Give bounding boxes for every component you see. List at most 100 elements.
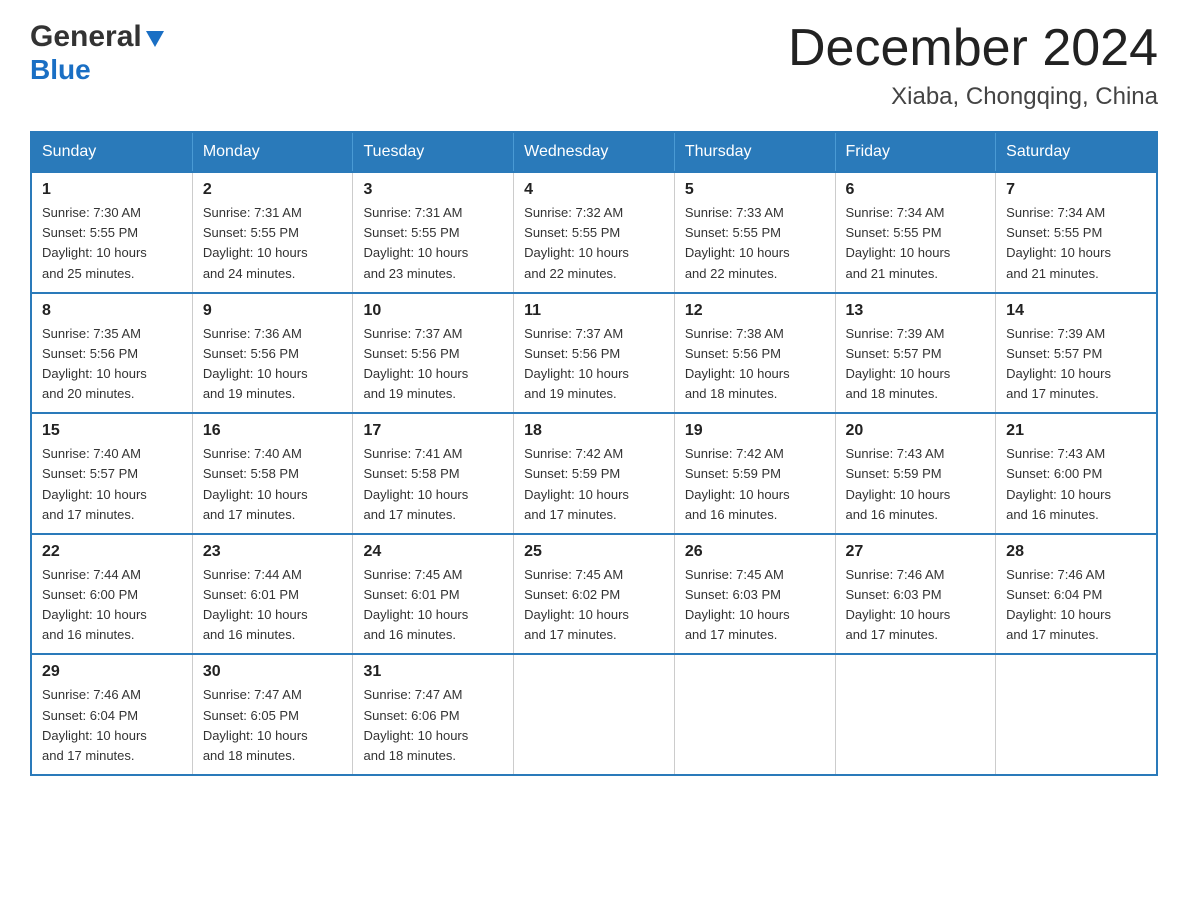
calendar-cell: 31 Sunrise: 7:47 AM Sunset: 6:06 PM Dayli… [353,654,514,775]
logo-blue-text: Blue [30,54,91,86]
calendar-cell: 12 Sunrise: 7:38 AM Sunset: 5:56 PM Dayli… [674,293,835,414]
day-info: Sunrise: 7:47 AM Sunset: 6:05 PM Dayligh… [203,685,343,766]
day-number: 19 [685,422,825,440]
day-number: 6 [846,181,986,199]
day-info: Sunrise: 7:42 AM Sunset: 5:59 PM Dayligh… [524,444,664,525]
header-saturday: Saturday [996,132,1157,172]
day-number: 9 [203,302,343,320]
calendar-cell [674,654,835,775]
day-number: 15 [42,422,182,440]
day-number: 18 [524,422,664,440]
day-number: 14 [1006,302,1146,320]
day-number: 23 [203,543,343,561]
page-title: December 2024 [788,20,1158,77]
day-number: 11 [524,302,664,320]
day-info: Sunrise: 7:47 AM Sunset: 6:06 PM Dayligh… [363,685,503,766]
calendar-cell: 24 Sunrise: 7:45 AM Sunset: 6:01 PM Dayli… [353,534,514,655]
calendar-cell: 20 Sunrise: 7:43 AM Sunset: 5:59 PM Dayli… [835,413,996,534]
day-number: 25 [524,543,664,561]
day-number: 31 [363,663,503,681]
day-info: Sunrise: 7:33 AM Sunset: 5:55 PM Dayligh… [685,203,825,284]
day-number: 22 [42,543,182,561]
header-tuesday: Tuesday [353,132,514,172]
day-info: Sunrise: 7:34 AM Sunset: 5:55 PM Dayligh… [1006,203,1146,284]
calendar-cell: 16Sunrise: 7:40 AM Sunset: 5:58 PM Dayli… [192,413,353,534]
day-info: Sunrise: 7:42 AM Sunset: 5:59 PM Dayligh… [685,444,825,525]
day-info: Sunrise: 7:37 AM Sunset: 5:56 PM Dayligh… [524,324,664,405]
calendar-cell: 26 Sunrise: 7:45 AM Sunset: 6:03 PM Dayli… [674,534,835,655]
calendar-cell: 17 Sunrise: 7:41 AM Sunset: 5:58 PM Dayli… [353,413,514,534]
day-number: 3 [363,181,503,199]
day-info: Sunrise: 7:36 AM Sunset: 5:56 PM Dayligh… [203,324,343,405]
calendar-cell: 9 Sunrise: 7:36 AM Sunset: 5:56 PM Daylig… [192,293,353,414]
calendar-cell: 6 Sunrise: 7:34 AM Sunset: 5:55 PM Daylig… [835,172,996,293]
day-info: Sunrise: 7:41 AM Sunset: 5:58 PM Dayligh… [363,444,503,525]
calendar-cell: 22 Sunrise: 7:44 AM Sunset: 6:00 PM Dayli… [31,534,192,655]
day-number: 30 [203,663,343,681]
logo-triangle-icon [144,27,166,49]
day-info: Sunrise: 7:38 AM Sunset: 5:56 PM Dayligh… [685,324,825,405]
day-number: 21 [1006,422,1146,440]
day-info: Sunrise: 7:35 AM Sunset: 5:56 PM Dayligh… [42,324,182,405]
day-number: 2 [203,181,343,199]
calendar-cell: 30 Sunrise: 7:47 AM Sunset: 6:05 PM Dayli… [192,654,353,775]
calendar-cell: 27Sunrise: 7:46 AM Sunset: 6:03 PM Dayli… [835,534,996,655]
day-number: 7 [1006,181,1146,199]
day-number: 12 [685,302,825,320]
calendar-cell: 18 Sunrise: 7:42 AM Sunset: 5:59 PM Dayli… [514,413,675,534]
day-info: Sunrise: 7:31 AM Sunset: 5:55 PM Dayligh… [203,203,343,284]
day-info: Sunrise: 7:44 AM Sunset: 6:00 PM Dayligh… [42,565,182,646]
day-number: 1 [42,181,182,199]
day-number: 10 [363,302,503,320]
calendar-table: Sunday Monday Tuesday Wednesday Thursday… [30,131,1158,776]
day-info: Sunrise: 7:46 AM Sunset: 6:04 PM Dayligh… [1006,565,1146,646]
header-thursday: Thursday [674,132,835,172]
day-info: Sunrise: 7:32 AM Sunset: 5:55 PM Dayligh… [524,203,664,284]
calendar-cell: 25 Sunrise: 7:45 AM Sunset: 6:02 PM Dayli… [514,534,675,655]
calendar-cell: 11 Sunrise: 7:37 AM Sunset: 5:56 PM Dayli… [514,293,675,414]
header-monday: Monday [192,132,353,172]
calendar-cell: 8 Sunrise: 7:35 AM Sunset: 5:56 PM Daylig… [31,293,192,414]
calendar-cell: 1 Sunrise: 7:30 AM Sunset: 5:55 PM Daylig… [31,172,192,293]
calendar-cell: 5 Sunrise: 7:33 AM Sunset: 5:55 PM Daylig… [674,172,835,293]
day-number: 4 [524,181,664,199]
day-info: Sunrise: 7:45 AM Sunset: 6:02 PM Dayligh… [524,565,664,646]
day-number: 24 [363,543,503,561]
day-info: Sunrise: 7:45 AM Sunset: 6:03 PM Dayligh… [685,565,825,646]
calendar-cell: 29 Sunrise: 7:46 AM Sunset: 6:04 PM Dayli… [31,654,192,775]
day-info: Sunrise: 7:43 AM Sunset: 5:59 PM Dayligh… [846,444,986,525]
day-number: 17 [363,422,503,440]
calendar-cell [996,654,1157,775]
header-wednesday: Wednesday [514,132,675,172]
day-number: 20 [846,422,986,440]
day-number: 16 [203,422,343,440]
calendar-cell [514,654,675,775]
calendar-cell: 13Sunrise: 7:39 AM Sunset: 5:57 PM Dayli… [835,293,996,414]
day-info: Sunrise: 7:46 AM Sunset: 6:04 PM Dayligh… [42,685,182,766]
day-number: 5 [685,181,825,199]
day-info: Sunrise: 7:45 AM Sunset: 6:01 PM Dayligh… [363,565,503,646]
header-friday: Friday [835,132,996,172]
weekday-header-row: Sunday Monday Tuesday Wednesday Thursday… [31,132,1157,172]
page-subtitle: Xiaba, Chongqing, China [788,83,1158,111]
calendar-cell: 21Sunrise: 7:43 AM Sunset: 6:00 PM Dayli… [996,413,1157,534]
day-number: 8 [42,302,182,320]
day-number: 27 [846,543,986,561]
day-info: Sunrise: 7:37 AM Sunset: 5:56 PM Dayligh… [363,324,503,405]
calendar-cell: 28 Sunrise: 7:46 AM Sunset: 6:04 PM Dayli… [996,534,1157,655]
day-number: 26 [685,543,825,561]
calendar-cell: 14Sunrise: 7:39 AM Sunset: 5:57 PM Dayli… [996,293,1157,414]
calendar-cell: 7 Sunrise: 7:34 AM Sunset: 5:55 PM Daylig… [996,172,1157,293]
calendar-body: 1 Sunrise: 7:30 AM Sunset: 5:55 PM Daylig… [31,172,1157,775]
logo: General Blue [30,20,166,86]
day-info: Sunrise: 7:30 AM Sunset: 5:55 PM Dayligh… [42,203,182,284]
day-info: Sunrise: 7:34 AM Sunset: 5:55 PM Dayligh… [846,203,986,284]
day-info: Sunrise: 7:31 AM Sunset: 5:55 PM Dayligh… [363,203,503,284]
day-number: 29 [42,663,182,681]
day-number: 28 [1006,543,1146,561]
day-info: Sunrise: 7:39 AM Sunset: 5:57 PM Dayligh… [846,324,986,405]
header: General Blue December 2024 Xiaba, Chongq… [30,20,1158,111]
logo-general-text: General [30,20,142,54]
header-sunday: Sunday [31,132,192,172]
calendar-cell: 2 Sunrise: 7:31 AM Sunset: 5:55 PM Daylig… [192,172,353,293]
